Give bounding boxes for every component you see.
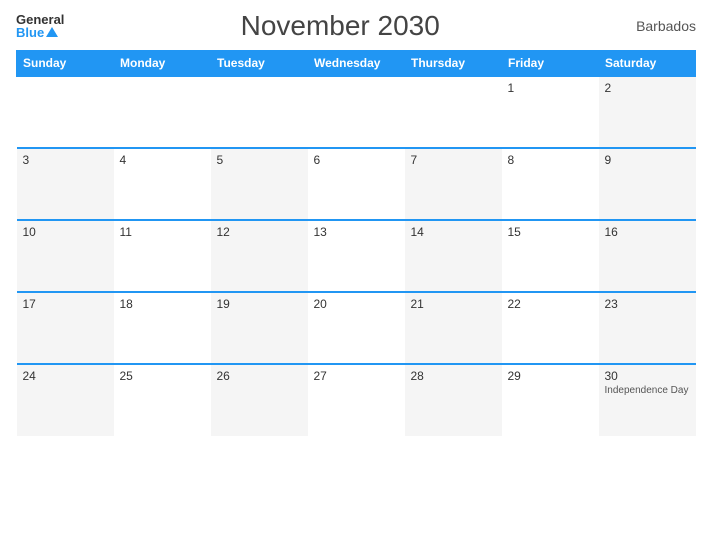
day-number: 3 [23, 153, 108, 167]
logo: General Blue [16, 13, 64, 39]
col-sunday: Sunday [17, 51, 114, 77]
table-row: 24 [17, 364, 114, 436]
table-row: 12 [211, 220, 308, 292]
country-label: Barbados [616, 18, 696, 34]
day-number: 7 [411, 153, 496, 167]
day-number: 28 [411, 369, 496, 383]
day-number: 17 [23, 297, 108, 311]
calendar-header-row: Sunday Monday Tuesday Wednesday Thursday… [17, 51, 696, 77]
day-number: 26 [217, 369, 302, 383]
logo-triangle-icon [46, 27, 58, 37]
table-row: 20 [308, 292, 405, 364]
event-label: Independence Day [605, 385, 690, 396]
table-row: 10 [17, 220, 114, 292]
day-number: 13 [314, 225, 399, 239]
day-number: 9 [605, 153, 690, 167]
col-thursday: Thursday [405, 51, 502, 77]
day-number: 5 [217, 153, 302, 167]
day-number: 11 [120, 225, 205, 239]
day-number: 20 [314, 297, 399, 311]
day-number: 6 [314, 153, 399, 167]
table-row: 15 [502, 220, 599, 292]
day-number: 12 [217, 225, 302, 239]
calendar-header: General Blue November 2030 Barbados [16, 10, 696, 42]
table-row [17, 76, 114, 148]
day-number: 22 [508, 297, 593, 311]
day-number: 15 [508, 225, 593, 239]
col-friday: Friday [502, 51, 599, 77]
day-number: 1 [508, 81, 593, 95]
calendar-container: General Blue November 2030 Barbados Sund… [0, 0, 712, 550]
calendar-table: Sunday Monday Tuesday Wednesday Thursday… [16, 50, 696, 436]
day-number: 24 [23, 369, 108, 383]
day-number: 27 [314, 369, 399, 383]
day-number: 30 [605, 369, 690, 383]
day-number: 16 [605, 225, 690, 239]
col-saturday: Saturday [599, 51, 696, 77]
table-row [211, 76, 308, 148]
table-row: 23 [599, 292, 696, 364]
day-number: 14 [411, 225, 496, 239]
table-row: 27 [308, 364, 405, 436]
day-number: 8 [508, 153, 593, 167]
calendar-body: 1234567891011121314151617181920212223242… [17, 76, 696, 436]
day-number: 18 [120, 297, 205, 311]
table-row: 13 [308, 220, 405, 292]
table-row: 16 [599, 220, 696, 292]
table-row: 21 [405, 292, 502, 364]
table-row: 14 [405, 220, 502, 292]
table-row: 5 [211, 148, 308, 220]
col-monday: Monday [114, 51, 211, 77]
table-row: 6 [308, 148, 405, 220]
calendar-title: November 2030 [64, 10, 616, 42]
day-number: 25 [120, 369, 205, 383]
table-row: 1 [502, 76, 599, 148]
table-row: 2 [599, 76, 696, 148]
table-row: 29 [502, 364, 599, 436]
table-row: 4 [114, 148, 211, 220]
logo-blue-text: Blue [16, 26, 44, 39]
table-row: 25 [114, 364, 211, 436]
table-row: 18 [114, 292, 211, 364]
table-row: 17 [17, 292, 114, 364]
table-row: 19 [211, 292, 308, 364]
day-number: 21 [411, 297, 496, 311]
day-number: 19 [217, 297, 302, 311]
day-number: 23 [605, 297, 690, 311]
col-wednesday: Wednesday [308, 51, 405, 77]
table-row: 28 [405, 364, 502, 436]
day-number: 10 [23, 225, 108, 239]
table-row: 8 [502, 148, 599, 220]
table-row: 26 [211, 364, 308, 436]
table-row [308, 76, 405, 148]
table-row [114, 76, 211, 148]
day-number: 2 [605, 81, 690, 95]
col-tuesday: Tuesday [211, 51, 308, 77]
table-row: 30 Independence Day [599, 364, 696, 436]
day-number: 29 [508, 369, 593, 383]
table-row: 3 [17, 148, 114, 220]
table-row [405, 76, 502, 148]
table-row: 11 [114, 220, 211, 292]
table-row: 22 [502, 292, 599, 364]
table-row: 7 [405, 148, 502, 220]
table-row: 9 [599, 148, 696, 220]
day-number: 4 [120, 153, 205, 167]
